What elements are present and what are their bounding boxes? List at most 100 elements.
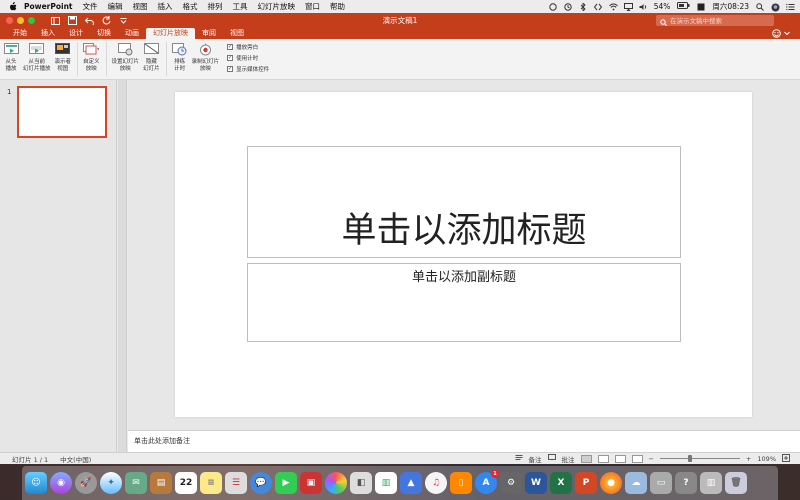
custom-show-button[interactable]: 自定义 放映 [83, 39, 100, 72]
play-narration-checkbox[interactable]: ✓ 播放旁白 [227, 43, 269, 51]
zoom-in-icon[interactable]: + [746, 455, 751, 463]
tab-insert[interactable]: 插入 [34, 28, 62, 39]
menu-arrange[interactable]: 排列 [208, 1, 223, 12]
menu-app-name[interactable]: PowerPoint [24, 2, 73, 11]
launchpad-icon[interactable]: 🚀 [75, 472, 97, 494]
reminders-icon[interactable]: ☰ [225, 472, 247, 494]
notification-center-icon[interactable] [786, 3, 795, 11]
tab-view[interactable]: 视图 [223, 28, 251, 39]
numbers-icon[interactable]: ▥ [375, 472, 397, 494]
app-store-icon[interactable]: A1 [475, 470, 499, 494]
battery-icon[interactable] [677, 2, 690, 11]
volume-icon[interactable] [639, 3, 647, 11]
siri-icon[interactable]: ◉ [50, 472, 72, 494]
messages-icon[interactable]: 💬 [250, 472, 272, 494]
help-icon[interactable]: ? [675, 472, 697, 494]
slide-sorter-button[interactable] [597, 454, 609, 463]
word-icon[interactable]: W [525, 472, 547, 494]
tab-design[interactable]: 设计 [62, 28, 90, 39]
menu-tools[interactable]: 工具 [233, 1, 248, 12]
zoom-level[interactable]: 109% [757, 455, 776, 463]
finder-icon[interactable]: ☺ [25, 472, 47, 494]
notes-toggle-icon[interactable] [515, 454, 523, 463]
tab-home[interactable]: 开始 [6, 28, 34, 39]
powerpoint-icon[interactable]: P [575, 472, 597, 494]
normal-view-button[interactable] [580, 454, 592, 463]
zoom-window-button[interactable] [28, 17, 35, 24]
bluetooth-icon[interactable] [579, 1, 587, 12]
save-icon[interactable] [68, 16, 77, 25]
feedback-smiley-icon[interactable] [772, 28, 790, 39]
play-from-start-button[interactable]: 从头 播放 [3, 39, 19, 72]
comments-icon[interactable] [547, 454, 556, 463]
menu-insert[interactable]: 插入 [158, 1, 173, 12]
presenter-view-button[interactable]: 演示者 视图 [55, 39, 71, 72]
close-window-button[interactable] [6, 17, 13, 24]
wifi-icon[interactable] [608, 3, 618, 11]
trash-icon[interactable]: 🗑 [725, 472, 747, 494]
slideshow-view-button[interactable] [631, 454, 643, 463]
itunes-icon[interactable]: ♫ [425, 472, 447, 494]
minimize-window-button[interactable] [17, 17, 24, 24]
record-slideshow-button[interactable]: 录制幻灯片 放映 [192, 39, 219, 72]
mail-icon[interactable]: ✉ [125, 472, 147, 494]
hide-slide-button[interactable]: 隐藏 幻灯片 [143, 39, 160, 72]
pane-splitter[interactable] [118, 80, 127, 452]
menu-slideshow[interactable]: 幻灯片放映 [258, 1, 296, 12]
setup-show-button[interactable]: 设置幻灯片 放映 [112, 39, 139, 72]
airplay-icon[interactable] [623, 2, 633, 11]
rehearse-timings-button[interactable]: 排练 计时 [172, 39, 188, 72]
tab-transitions[interactable]: 切换 [90, 28, 118, 39]
safari-icon[interactable]: ✦ [100, 472, 122, 494]
menu-edit[interactable]: 编辑 [108, 1, 123, 12]
title-placeholder[interactable]: 单击以添加标题 [247, 146, 681, 258]
zoom-slider[interactable] [659, 455, 740, 462]
undo-icon[interactable] [85, 16, 94, 25]
sidebar-toggle-icon[interactable] [51, 16, 60, 25]
time-machine-icon[interactable] [564, 2, 572, 11]
slide-thumbnail[interactable] [17, 86, 107, 138]
facetime-icon[interactable]: ▶ [275, 472, 297, 494]
use-timings-checkbox[interactable]: ✓ 使用计时 [227, 54, 269, 62]
input-method-icon[interactable] [697, 3, 705, 11]
firefox-icon[interactable]: ● [600, 472, 622, 494]
keynote-icon[interactable]: ▲ [400, 472, 422, 494]
user-avatar-icon[interactable] [771, 3, 780, 11]
code-icon[interactable] [593, 3, 602, 11]
menu-view[interactable]: 视图 [133, 1, 148, 12]
folder-icon[interactable]: ▭ [650, 472, 672, 494]
system-preferences-icon[interactable]: ⚙ [500, 472, 522, 494]
notes-app-icon[interactable]: ≡ [200, 472, 222, 494]
zoom-slider-knob[interactable] [687, 455, 692, 462]
apple-icon[interactable] [8, 1, 18, 12]
menu-window[interactable]: 窗口 [305, 1, 320, 12]
subtitle-placeholder[interactable]: 单击以添加副标题 [247, 263, 681, 342]
excel-icon[interactable]: X [550, 472, 572, 494]
tab-slideshow[interactable]: 幻灯片放映 [146, 28, 195, 39]
tab-animations[interactable]: 动画 [118, 28, 146, 39]
downloads-icon[interactable]: ▥ [700, 472, 722, 494]
redo-icon[interactable] [102, 16, 111, 25]
document-search[interactable] [656, 15, 774, 26]
menu-format[interactable]: 格式 [183, 1, 198, 12]
icloud-icon[interactable]: ☁ [625, 472, 647, 494]
status-app-icon[interactable] [549, 2, 557, 11]
play-from-current-button[interactable]: 从当前 幻灯片播放 [23, 39, 51, 72]
tab-review[interactable]: 审阅 [195, 28, 223, 39]
search-input[interactable] [670, 16, 770, 25]
calendar-icon[interactable]: 22 [175, 472, 197, 494]
menubar-clock[interactable]: 周六08:23 [712, 1, 749, 12]
notes-pane[interactable]: 单击此处添加备注 [128, 430, 800, 452]
show-media-controls-checkbox[interactable]: ✓ 显示媒体控件 [227, 65, 269, 73]
contacts-icon[interactable]: ▤ [150, 472, 172, 494]
notes-toggle-label[interactable]: 备注 [529, 454, 542, 464]
menu-help[interactable]: 帮助 [330, 1, 345, 12]
battery-percent[interactable]: 54% [654, 2, 671, 11]
comments-label[interactable]: 批注 [562, 454, 575, 464]
spotlight-icon[interactable] [756, 2, 764, 11]
photo-booth-icon[interactable]: ▣ [300, 472, 322, 494]
ibooks-icon[interactable]: ▯ [450, 472, 472, 494]
zoom-out-icon[interactable]: − [649, 455, 654, 463]
customize-qat-icon[interactable] [119, 16, 128, 25]
menu-file[interactable]: 文件 [83, 1, 98, 12]
